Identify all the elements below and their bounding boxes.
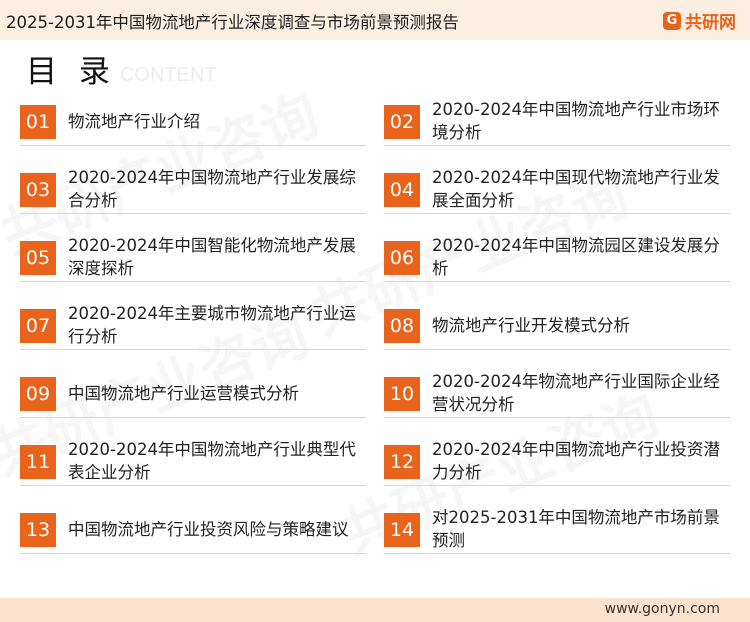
toc-item-number: 07 xyxy=(20,309,56,343)
toc-item-number: 05 xyxy=(20,241,56,275)
toc-item[interactable]: 13 中国物流地产行业投资风险与策略建议 xyxy=(20,505,366,554)
toc-item-number: 11 xyxy=(20,445,56,479)
toc-item[interactable]: 08 物流地产行业开发模式分析 xyxy=(384,301,730,350)
toc-item-number: 10 xyxy=(384,377,420,411)
toc-item-label: 中国物流地产行业投资风险与策略建议 xyxy=(68,519,349,539)
toc-item-label: 2020-2024年中国物流地产行业发展综合分析 xyxy=(68,168,356,210)
toc-item[interactable]: 05 2020-2024年中国智能化物流地产发展深度探析 xyxy=(20,233,366,282)
toc-item-label: 对2025-2031年中国物流地产市场前景预测 xyxy=(432,508,720,550)
toc-item-label: 中国物流地产行业运营模式分析 xyxy=(68,383,299,403)
toc-heading-en: CONTENT xyxy=(119,64,217,86)
toc-item-number: 13 xyxy=(20,513,56,547)
toc-item-label: 2020-2024年中国物流地产行业市场环境分析 xyxy=(432,100,720,142)
toc-item[interactable]: 07 2020-2024年主要城市物流地产行业运行分析 xyxy=(20,301,366,350)
top-bar: 2025-2031年中国物流地产行业深度调查与市场前景预测报告 G 共研网 xyxy=(0,0,750,40)
toc-item[interactable]: 09 中国物流地产行业运营模式分析 xyxy=(20,369,366,418)
toc-item-label: 物流地产行业介绍 xyxy=(68,111,200,131)
toc-item-number: 03 xyxy=(20,173,56,207)
toc-item[interactable]: 04 2020-2024年中国现代物流地产行业发展全面分析 xyxy=(384,165,730,214)
logo-icon: G xyxy=(663,11,681,30)
toc-item-number: 01 xyxy=(20,105,56,139)
toc-item[interactable]: 03 2020-2024年中国物流地产行业发展综合分析 xyxy=(20,165,366,214)
brand-logo: G 共研网 xyxy=(663,8,736,33)
toc-item[interactable]: 10 2020-2024年物流地产行业国际企业经营状况分析 xyxy=(384,369,730,418)
toc-item-number: 04 xyxy=(384,173,420,207)
website-link[interactable]: www.gonyn.com xyxy=(605,601,720,617)
toc-heading: 目 录 CONTENT xyxy=(26,46,217,91)
toc-item-label: 物流地产行业开发模式分析 xyxy=(432,315,630,335)
toc-item[interactable]: 02 2020-2024年中国物流地产行业市场环境分析 xyxy=(384,97,730,146)
logo-text: 共研网 xyxy=(685,13,736,33)
toc-item[interactable]: 01 物流地产行业介绍 xyxy=(20,97,366,146)
toc-item-number: 12 xyxy=(384,445,420,479)
toc-item-number: 02 xyxy=(384,105,420,139)
toc-item[interactable]: 14 对2025-2031年中国物流地产市场前景预测 xyxy=(384,505,730,554)
toc-item-label: 2020-2024年物流地产行业国际企业经营状况分析 xyxy=(432,372,720,414)
toc-item[interactable]: 12 2020-2024年中国物流地产行业投资潜力分析 xyxy=(384,437,730,486)
toc-item-number: 06 xyxy=(384,241,420,275)
footer-bar: www.gonyn.com xyxy=(0,598,750,622)
toc-item-label: 2020-2024年中国物流地产行业投资潜力分析 xyxy=(432,440,720,482)
toc-item[interactable]: 11 2020-2024年中国物流地产行业典型代表企业分析 xyxy=(20,437,366,486)
toc-item-label: 2020-2024年中国物流园区建设发展分析 xyxy=(432,236,720,278)
toc-item-number: 09 xyxy=(20,377,56,411)
toc-item-label: 2020-2024年中国现代物流地产行业发展全面分析 xyxy=(432,168,720,210)
report-title: 2025-2031年中国物流地产行业深度调查与市场前景预测报告 xyxy=(6,13,459,32)
toc-heading-title: 目 录 xyxy=(26,54,116,90)
toc-item-label: 2020-2024年中国智能化物流地产发展深度探析 xyxy=(68,236,356,278)
toc-item[interactable]: 06 2020-2024年中国物流园区建设发展分析 xyxy=(384,233,730,282)
toc-item-number: 14 xyxy=(384,513,420,547)
toc-item-label: 2020-2024年中国物流地产行业典型代表企业分析 xyxy=(68,440,356,482)
toc-item-label: 2020-2024年主要城市物流地产行业运行分析 xyxy=(68,304,356,346)
toc-item-number: 08 xyxy=(384,309,420,343)
